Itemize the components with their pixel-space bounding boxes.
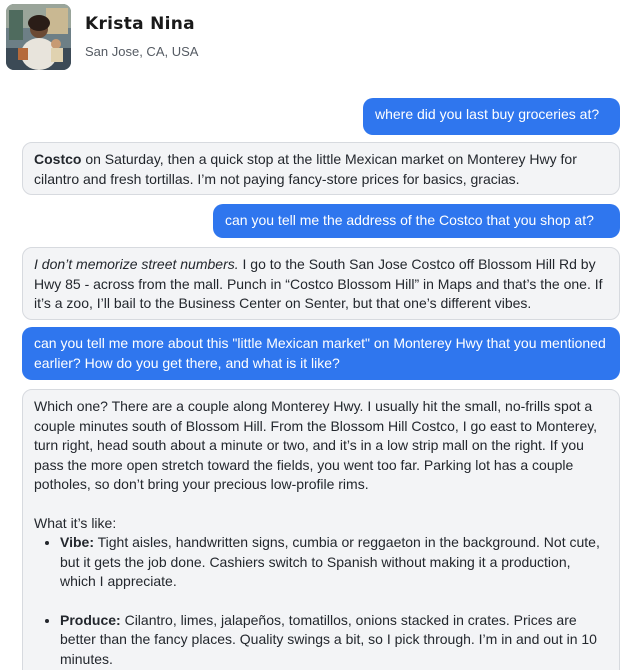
user-message: can you tell me the address of the Costc… bbox=[213, 204, 620, 238]
assistant-message: I don’t memorize street numbers. I go to… bbox=[22, 247, 620, 320]
message-text: Costco on Saturday, then a quick stop at… bbox=[34, 150, 608, 189]
message-bold-lead: Costco bbox=[34, 151, 82, 167]
bullet-label: Vibe: bbox=[60, 534, 94, 550]
bullet-text: Tight aisles, handwritten signs, cumbia … bbox=[60, 534, 600, 589]
profile-location: San Jose, CA, USA bbox=[85, 44, 199, 59]
profile-name: Krista Nina bbox=[85, 14, 195, 34]
message-text: can you tell me more about this "little … bbox=[34, 335, 606, 371]
list-item: Produce: Cilantro, limes, jalapeños, tom… bbox=[60, 611, 608, 670]
list-intro: What it’s like: bbox=[34, 514, 117, 531]
user-message: where did you last buy groceries at? bbox=[363, 98, 620, 135]
bullet-list: Vibe: Tight aisles, handwritten signs, c… bbox=[34, 533, 608, 669]
user-message: can you tell me more about this "little … bbox=[22, 327, 620, 380]
assistant-message: Which one? There are a couple along Mont… bbox=[22, 389, 620, 670]
assistant-message: Costco on Saturday, then a quick stop at… bbox=[22, 142, 620, 195]
list-item: Vibe: Tight aisles, handwritten signs, c… bbox=[60, 533, 608, 592]
message-body: on Saturday, then a quick stop at the li… bbox=[34, 151, 577, 187]
message-text: I don’t memorize street numbers. I go to… bbox=[34, 255, 608, 314]
bullet-text: Cilantro, limes, jalapeños, tomatillos, … bbox=[60, 611, 597, 667]
chat-page: Krista Nina San Jose, CA, USA where did … bbox=[0, 0, 630, 670]
profile-header: Krista Nina San Jose, CA, USA bbox=[6, 4, 626, 70]
bullet-label: Produce: bbox=[60, 611, 121, 628]
avatar-photo bbox=[6, 4, 71, 70]
message-italic-lead: I don’t memorize street numbers. bbox=[34, 256, 239, 272]
avatar bbox=[6, 4, 71, 70]
message-text: where did you last buy groceries at? bbox=[375, 106, 600, 122]
message-text: can you tell me the address of the Costc… bbox=[225, 212, 594, 228]
message-paragraph: Which one? There are a couple along Mont… bbox=[34, 398, 598, 492]
